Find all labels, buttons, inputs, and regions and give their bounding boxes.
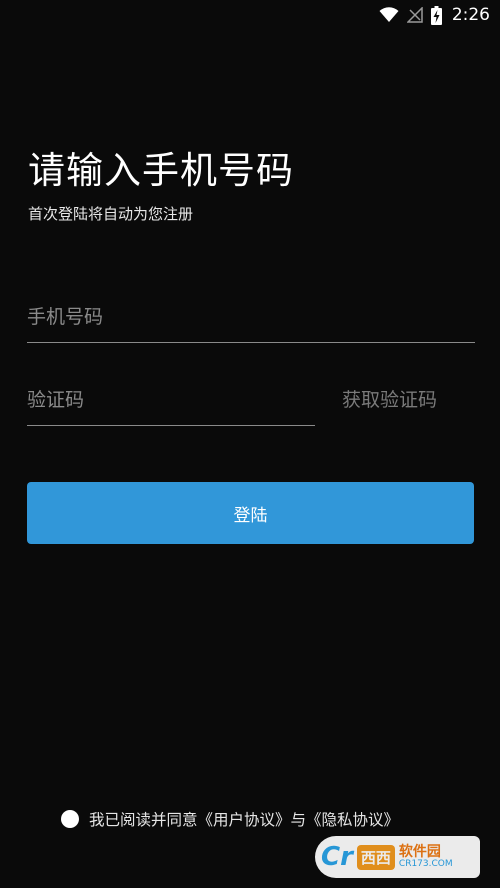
page-subtitle: 首次登陆将自动为您注册	[28, 205, 194, 223]
status-time: 2:26	[451, 5, 490, 25]
watermark-domain: CR173.COM	[398, 858, 453, 869]
page-title: 请输入手机号码	[28, 149, 294, 192]
signal-icon	[406, 7, 423, 23]
watermark-pill: 西西	[356, 844, 395, 870]
get-code-button[interactable]: 获取验证码	[342, 385, 437, 412]
battery-charging-icon	[430, 5, 442, 25]
phone-input[interactable]	[27, 300, 473, 334]
privacy-policy-link[interactable]: 《隐私协议》	[306, 811, 399, 829]
agreement-prefix: 我已阅读并同意	[89, 811, 198, 829]
agreement-radio[interactable]	[61, 810, 79, 828]
watermark-name: 软件园	[398, 843, 441, 860]
watermark-logo-mark: Cr	[321, 842, 353, 872]
status-bar: 2:26	[0, 0, 500, 30]
watermark-logo: Cr 西西 软件园 CR173.COM	[315, 836, 480, 878]
watermark-text: 软件园 CR173.COM	[399, 845, 453, 869]
verification-code-input[interactable]	[27, 383, 313, 417]
phone-input-underline	[27, 342, 475, 343]
code-input-underline	[27, 425, 315, 426]
wifi-icon	[379, 7, 399, 23]
user-agreement-link[interactable]: 《用户协议》	[198, 811, 291, 829]
login-button[interactable]: 登陆	[27, 482, 474, 544]
agreement-connector: 与	[290, 811, 307, 829]
agreement-row: 我已阅读并同意《用户协议》与《隐私协议》	[61, 808, 399, 830]
agreement-text: 我已阅读并同意《用户协议》与《隐私协议》	[89, 808, 399, 830]
